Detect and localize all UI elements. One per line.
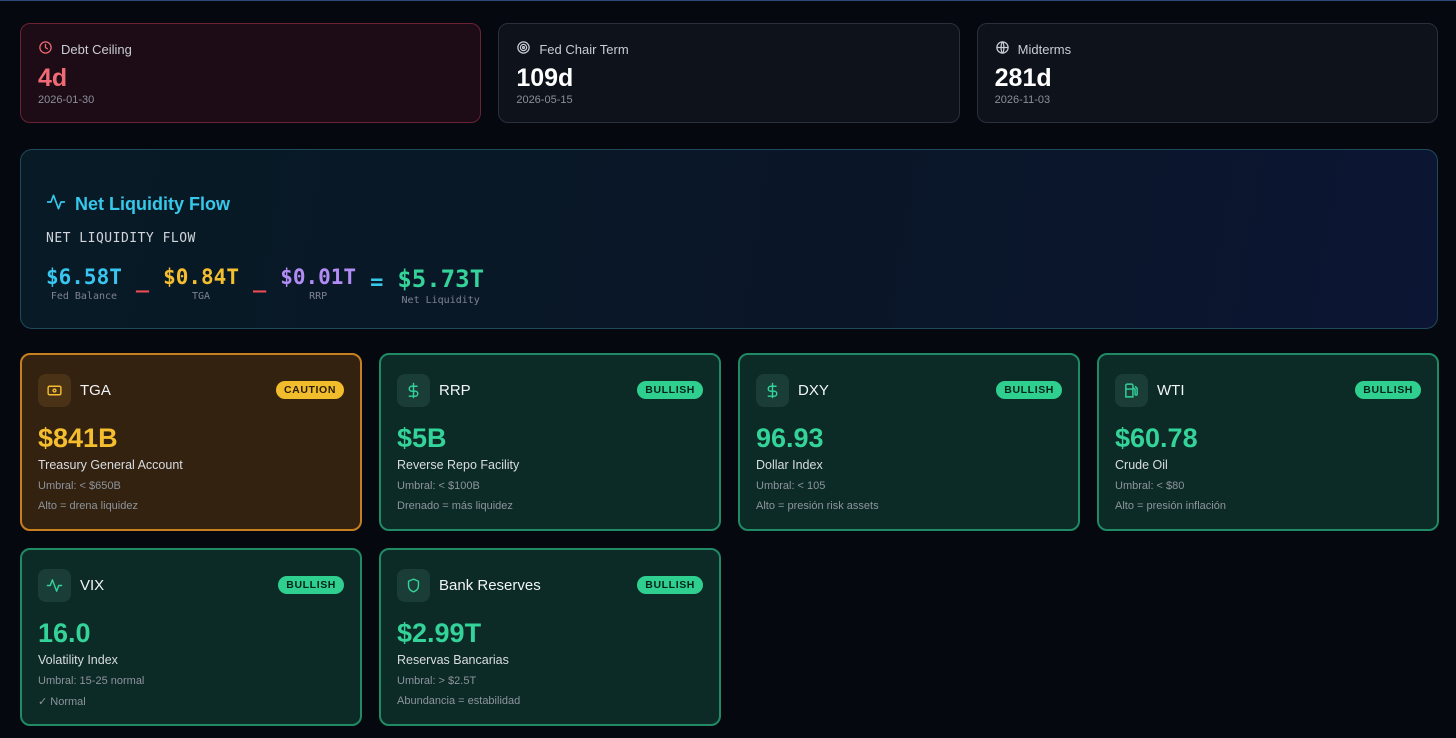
indicator-description: Treasury General Account bbox=[38, 458, 183, 472]
indicator-grid: TGA CAUTION $841B Treasury General Accou… bbox=[20, 353, 1439, 726]
fuel-icon bbox=[1115, 373, 1148, 407]
status-badge: BULLISH bbox=[278, 576, 344, 594]
status-badge: BULLISH bbox=[637, 576, 703, 594]
indicator-note: Abundancia = estabilidad bbox=[397, 695, 521, 707]
target-icon bbox=[516, 40, 531, 58]
status-badge: CAUTION bbox=[275, 381, 344, 399]
term-rrp: $0.01T RRP bbox=[280, 264, 356, 302]
indicator-value: 96.93 bbox=[756, 423, 824, 453]
countdown-value: 281d bbox=[994, 64, 1052, 92]
countdown-label: Fed Chair Term bbox=[539, 41, 629, 57]
dollar-icon bbox=[397, 373, 430, 407]
indicator-threshold: Umbral: < $100B bbox=[397, 480, 480, 492]
indicator-threshold: Umbral: < $80 bbox=[1115, 480, 1185, 492]
net-liquidity-subtitle: NET LIQUIDITY FLOW bbox=[46, 231, 196, 246]
indicator-name: RRP bbox=[439, 381, 471, 399]
countdown-label: Debt Ceiling bbox=[61, 41, 132, 57]
clock-icon bbox=[38, 40, 53, 58]
countdown-date: 2026-01-30 bbox=[38, 94, 95, 106]
status-badge: BULLISH bbox=[996, 381, 1062, 399]
countdown-label: Midterms bbox=[1017, 41, 1072, 57]
countdown-date: 2026-11-03 bbox=[994, 94, 1051, 106]
indicator-description: Dollar Index bbox=[756, 458, 823, 472]
net-liquidity-title: Net Liquidity Flow bbox=[46, 192, 230, 217]
indicator-value: $841B bbox=[38, 423, 118, 453]
indicator-note: Alto = presión risk assets bbox=[756, 500, 879, 512]
countdown-date: 2026-05-15 bbox=[516, 94, 573, 106]
net-liquidity-panel: Net Liquidity Flow NET LIQUIDITY FLOW $6… bbox=[20, 149, 1438, 329]
indicator-threshold: Umbral: < 105 bbox=[756, 480, 826, 492]
indicator-value: $60.78 bbox=[1115, 423, 1198, 453]
status-badge: BULLISH bbox=[637, 381, 703, 399]
wallet-icon bbox=[38, 373, 71, 407]
indicator-name: TGA bbox=[80, 381, 111, 399]
term-value: $0.01T bbox=[280, 265, 357, 289]
dollar-icon bbox=[756, 373, 789, 407]
indicator-name: WTI bbox=[1157, 381, 1185, 399]
liquidity-equation: $6.58T Fed Balance _ $0.84T TGA _ $0.01T… bbox=[46, 264, 484, 306]
indicator-note: Alto = drena liquidez bbox=[38, 500, 138, 512]
equals-operator: = bbox=[370, 270, 384, 295]
term-label: Net Liquidity bbox=[401, 295, 480, 306]
indicator-card-bank-reserves[interactable]: Bank Reserves BULLISH $2.99T Reservas Ba… bbox=[379, 548, 721, 726]
indicator-note: Alto = presión inflación bbox=[1115, 500, 1226, 512]
countdown-value: 4d bbox=[38, 64, 68, 92]
indicator-threshold: Umbral: > $2.5T bbox=[397, 675, 477, 687]
indicator-card-dxy[interactable]: DXY BULLISH 96.93 Dollar Index Umbral: <… bbox=[738, 353, 1080, 531]
panel-title-text: Net Liquidity Flow bbox=[75, 194, 230, 214]
activity-icon bbox=[46, 192, 66, 217]
indicator-name: Bank Reserves bbox=[439, 576, 541, 594]
countdown-card-debt-ceiling: Debt Ceiling 4d 2026-01-30 bbox=[20, 23, 482, 123]
shield-icon bbox=[397, 568, 430, 602]
indicator-card-wti[interactable]: WTI BULLISH $60.78 Crude Oil Umbral: < $… bbox=[1097, 353, 1439, 531]
term-net-liquidity: $5.73T Net Liquidity bbox=[397, 264, 484, 306]
countdown-card-midterms: Midterms 281d 2026-11-03 bbox=[976, 23, 1438, 123]
indicator-threshold: Umbral: 15-25 normal bbox=[38, 675, 145, 687]
status-badge: BULLISH bbox=[1355, 381, 1421, 399]
indicator-description: Crude Oil bbox=[1115, 458, 1168, 472]
indicator-value: $5B bbox=[397, 423, 447, 453]
term-value: $6.58T bbox=[46, 265, 122, 289]
indicator-description: Reservas Bancarias bbox=[397, 653, 509, 667]
indicator-name: DXY bbox=[798, 381, 829, 399]
indicator-value: $2.99T bbox=[397, 618, 482, 648]
term-label: RRP bbox=[309, 291, 328, 302]
term-label: TGA bbox=[192, 291, 211, 302]
indicator-card-tga[interactable]: TGA CAUTION $841B Treasury General Accou… bbox=[20, 353, 362, 531]
countdown-row: Debt Ceiling 4d 2026-01-30 Fed Chair Ter… bbox=[20, 23, 1438, 125]
minus-operator: _ bbox=[252, 268, 267, 293]
term-fed-balance: $6.58T Fed Balance bbox=[46, 264, 122, 302]
indicator-threshold: Umbral: < $650B bbox=[38, 480, 121, 492]
indicator-note: ✓ Normal bbox=[38, 696, 86, 708]
minus-operator: _ bbox=[135, 268, 150, 293]
countdown-value: 109d bbox=[516, 64, 574, 92]
term-value: $0.84T bbox=[163, 265, 239, 289]
indicator-card-vix[interactable]: VIX BULLISH 16.0 Volatility Index Umbral… bbox=[20, 548, 362, 726]
countdown-card-fed-chair: Fed Chair Term 109d 2026-05-15 bbox=[498, 23, 960, 123]
term-label: Fed Balance bbox=[50, 291, 118, 302]
indicator-value: 16.0 bbox=[38, 618, 91, 648]
term-tga: $0.84T TGA bbox=[163, 264, 239, 302]
term-value: $5.73T bbox=[397, 265, 485, 293]
globe-icon bbox=[995, 40, 1010, 58]
indicator-description: Volatility Index bbox=[38, 653, 118, 667]
activity-icon bbox=[38, 568, 71, 602]
indicator-note: Drenado = más liquidez bbox=[397, 500, 513, 512]
indicator-description: Reverse Repo Facility bbox=[397, 458, 520, 472]
indicator-name: VIX bbox=[80, 576, 105, 594]
indicator-card-rrp[interactable]: RRP BULLISH $5B Reverse Repo Facility Um… bbox=[379, 353, 721, 531]
